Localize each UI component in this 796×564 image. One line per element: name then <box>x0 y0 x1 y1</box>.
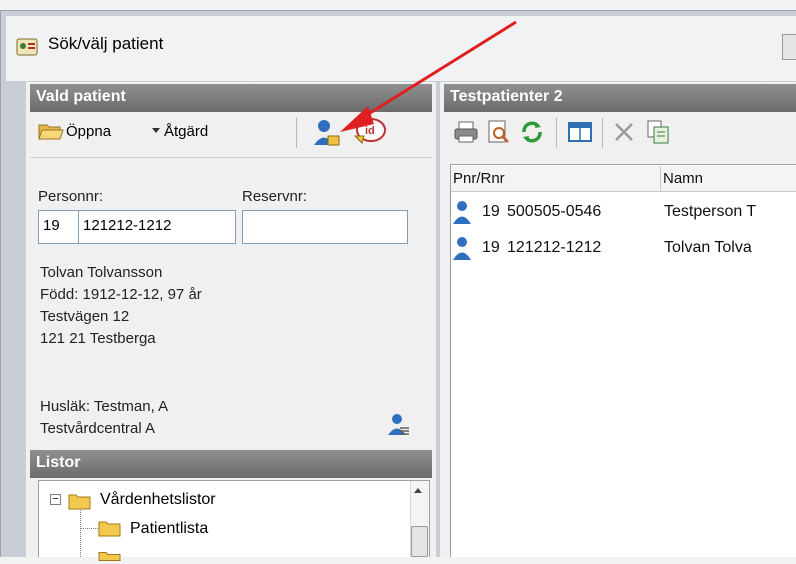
open-button[interactable]: Öppna <box>66 123 111 140</box>
person-icon <box>453 237 471 260</box>
columns-icon[interactable] <box>566 118 594 146</box>
row-pnr-prefix[interactable]: 19 <box>482 203 500 221</box>
column-header-name[interactable]: Namn <box>661 166 796 192</box>
patient-birth: Född: 1912-12-12, 97 år <box>40 286 202 303</box>
patient-info: Tolvan Tolvansson Född: 1912-12-12, 97 å… <box>40 262 202 350</box>
person-icon <box>453 201 471 224</box>
reservnr-label: Reservnr: <box>242 188 308 205</box>
gp-info: Husläk: Testman, A Testvårdcentral A <box>40 396 168 440</box>
row-name[interactable]: Tolvan Tolva <box>664 239 752 257</box>
copy-icon[interactable] <box>644 118 672 146</box>
title-bar-button[interactable] <box>782 34 796 60</box>
tree-item-vardenhetslistor[interactable]: Vårdenhetslistor <box>100 491 216 509</box>
row-pnr-prefix[interactable]: 19 <box>482 239 500 257</box>
tree-line <box>80 528 98 529</box>
person-icon[interactable] <box>312 118 340 148</box>
patient-list-header: Testpatienter 2 <box>444 84 796 112</box>
selected-patient-header: Vald patient <box>30 84 432 112</box>
action-menu-button[interactable]: Åtgärd <box>164 123 208 140</box>
doctor-icon[interactable] <box>386 412 410 436</box>
toolbar-separator <box>296 118 297 148</box>
toolbar-separator <box>602 118 603 148</box>
delete-icon[interactable] <box>610 118 638 146</box>
patient-city: 121 21 Testberga <box>40 330 156 347</box>
chevron-down-icon[interactable] <box>152 128 160 133</box>
patient-name: Tolvan Tolvansson <box>40 264 163 281</box>
personnr-label: Personnr: <box>38 188 104 205</box>
patient-street: Testvägen 12 <box>40 308 130 325</box>
tree-item-patientlista[interactable]: Patientlista <box>130 520 208 538</box>
lists-tree <box>38 480 430 557</box>
print-icon[interactable] <box>452 118 480 146</box>
toolbar-separator <box>556 118 557 148</box>
open-folder-icon[interactable] <box>38 120 64 142</box>
column-header-pnr[interactable]: Pnr/Rnr <box>451 166 661 192</box>
personnr-field[interactable]: 121212-1212 <box>78 210 236 244</box>
folder-icon <box>68 494 91 510</box>
refresh-icon[interactable] <box>518 118 546 146</box>
reservnr-field[interactable] <box>242 210 408 244</box>
gp-clinic: Testvårdcentral A <box>40 420 156 437</box>
preview-icon[interactable] <box>484 118 512 146</box>
folder-icon <box>98 552 121 561</box>
lists-header: Listor <box>30 450 432 478</box>
tree-line <box>80 510 81 557</box>
scroll-up-icon[interactable] <box>414 488 422 493</box>
row-pnr[interactable]: 500505-0546 <box>507 203 601 221</box>
tree-collapse-icon[interactable]: − <box>50 494 61 505</box>
gp-name: Husläk: Testman, A <box>40 398 169 415</box>
personnr-century-field[interactable]: 19 <box>38 210 78 244</box>
window-title: Sök/välj patient <box>48 34 164 53</box>
row-pnr[interactable]: 121212-1212 <box>507 239 601 257</box>
patient-list <box>450 164 796 557</box>
row-name[interactable]: Testperson T <box>664 203 756 221</box>
svg-text:id: id <box>365 125 375 137</box>
folder-icon <box>98 521 121 537</box>
id-card-icon[interactable]: id <box>352 116 386 148</box>
app-icon <box>16 38 38 56</box>
scrollbar-thumb[interactable] <box>411 526 428 557</box>
